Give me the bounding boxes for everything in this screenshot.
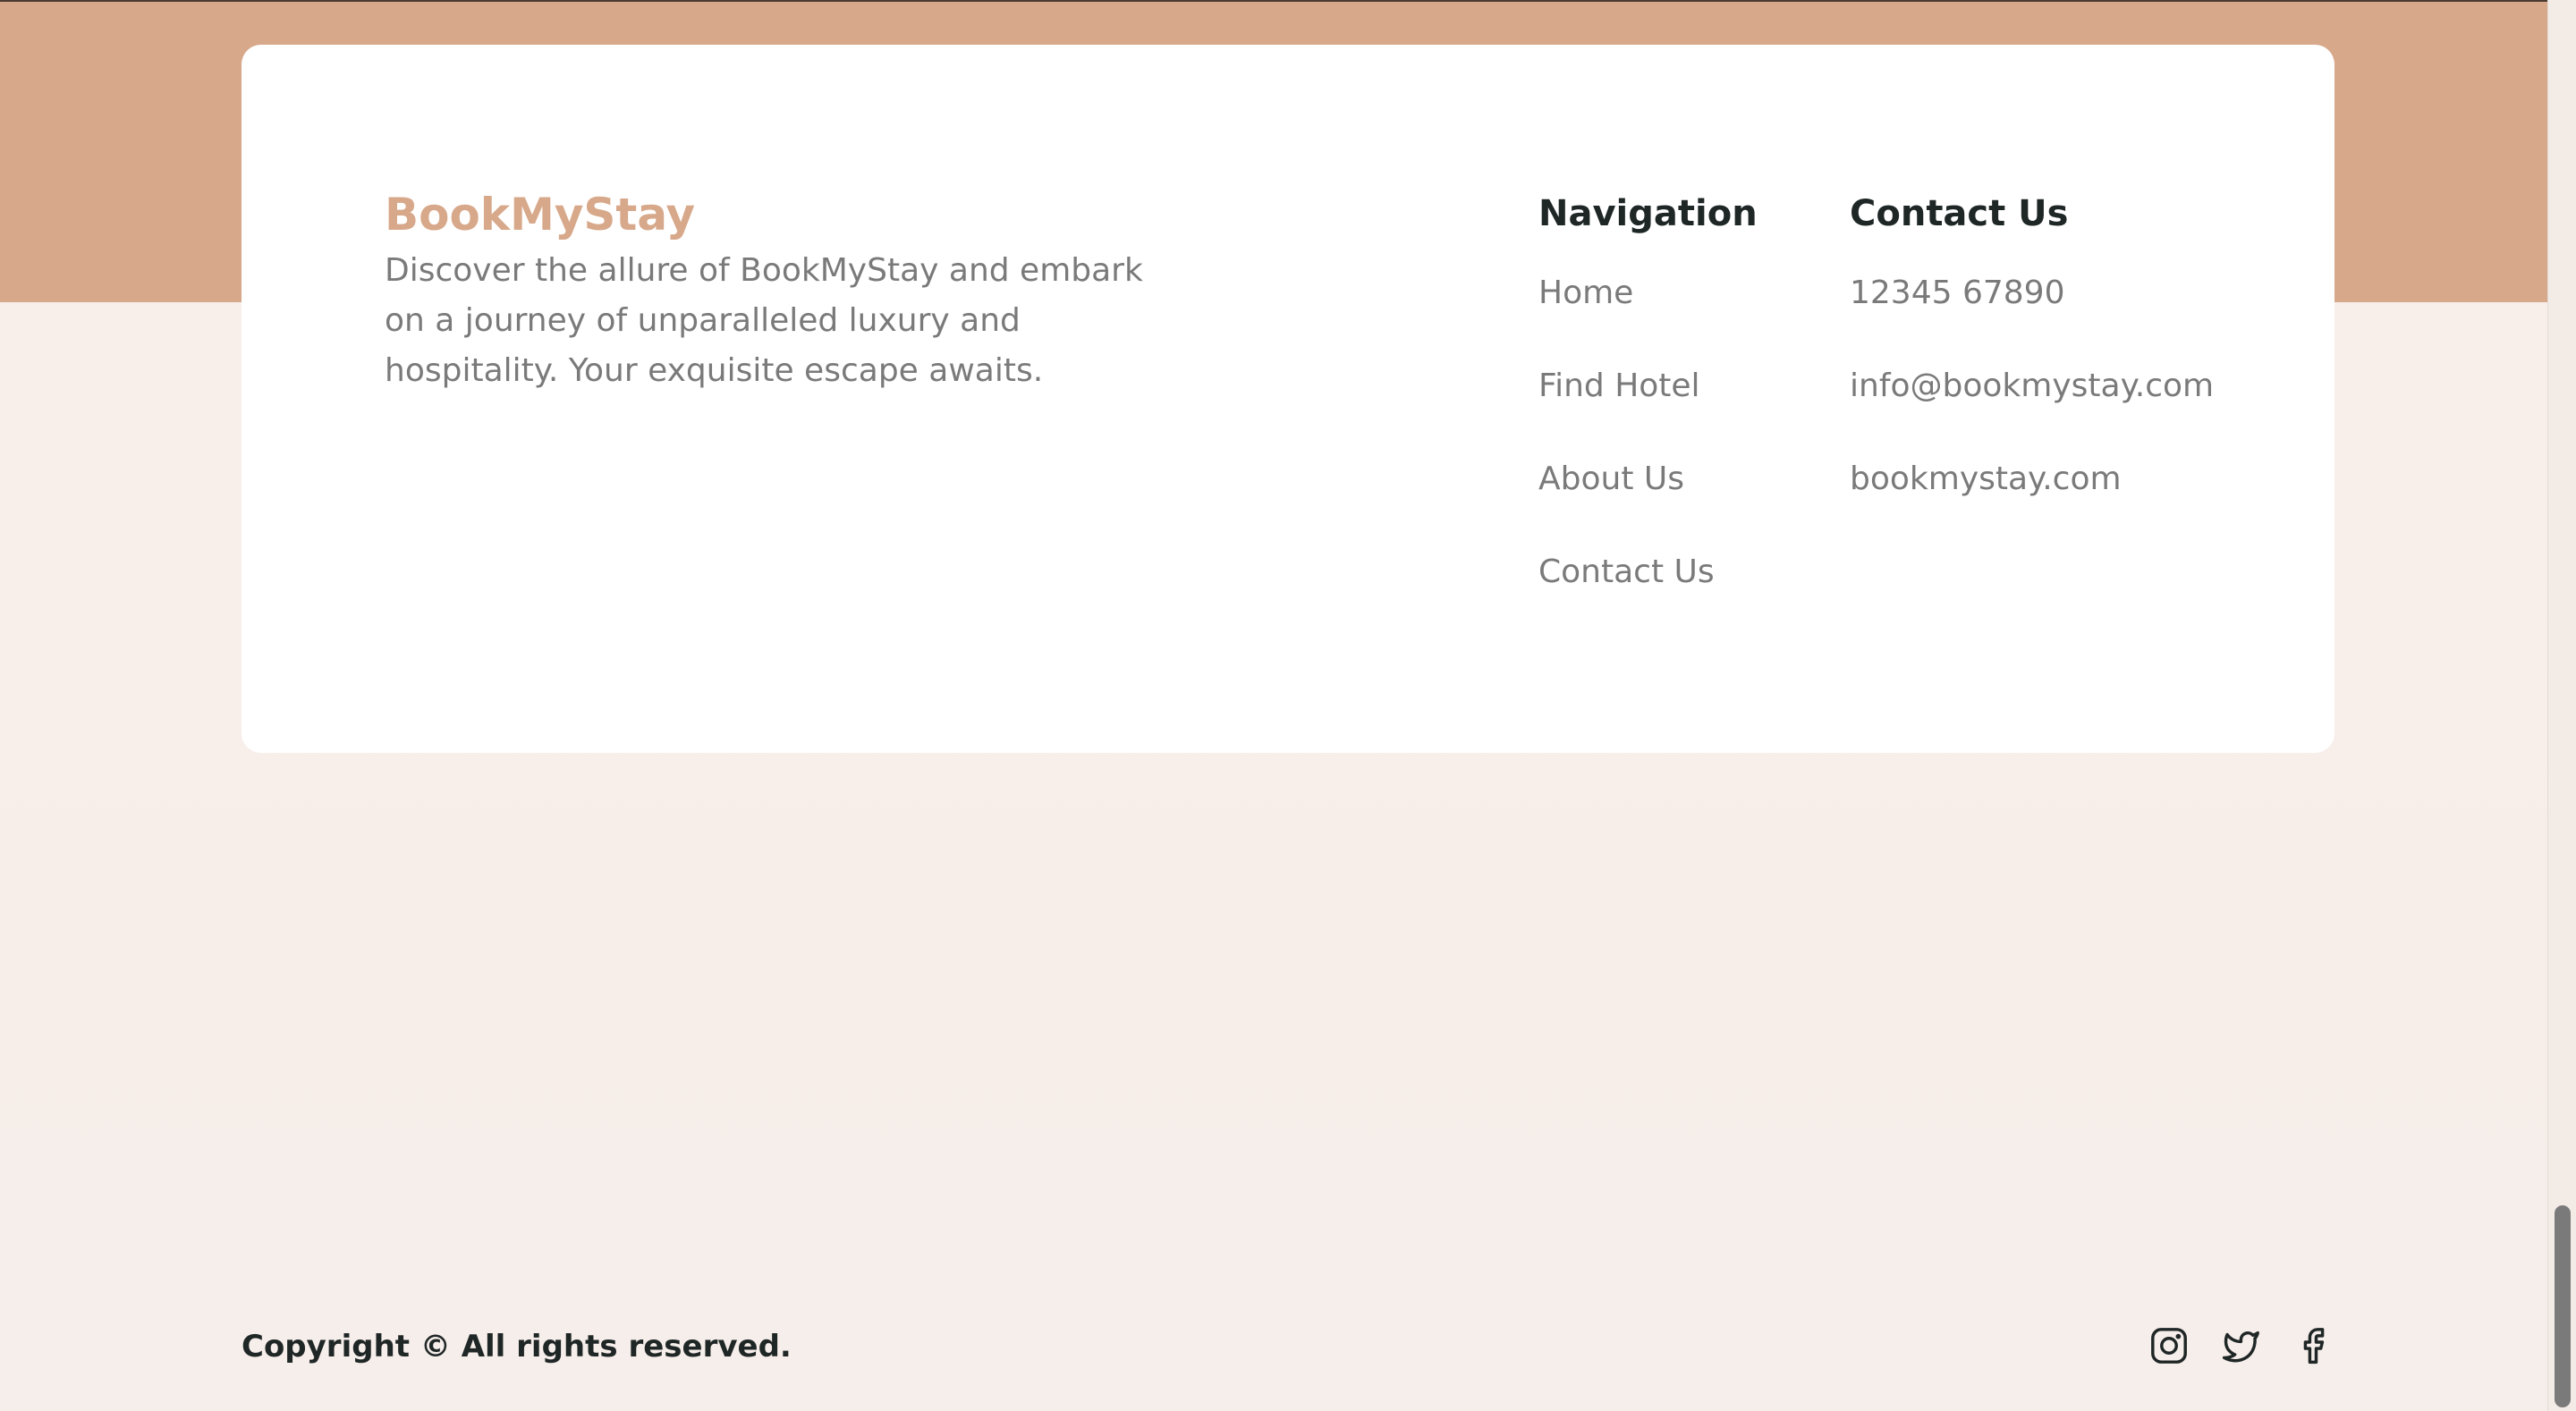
vertical-scrollbar[interactable] xyxy=(2547,0,2576,1411)
contact-heading: Contact Us xyxy=(1850,193,2069,234)
contact-column: Contact Us 12345 67890 info@bookmystay.c… xyxy=(1850,190,2214,553)
contact-website[interactable]: bookmystay.com xyxy=(1850,460,2214,499)
navigation-heading: Navigation xyxy=(1538,193,1758,234)
twitter-icon[interactable] xyxy=(2220,1325,2261,1366)
brand-title[interactable]: BookMyStay xyxy=(385,188,695,241)
footer-card: BookMyStay Discover the allure of BookMy… xyxy=(242,45,2334,753)
page: BookMyStay Discover the allure of BookMy… xyxy=(0,0,2547,1411)
nav-link-home[interactable]: Home xyxy=(1538,274,1758,313)
facebook-icon[interactable] xyxy=(2293,1325,2334,1366)
nav-link-find-hotel[interactable]: Find Hotel xyxy=(1538,367,1758,406)
instagram-icon[interactable] xyxy=(2148,1325,2190,1366)
contact-list: 12345 67890 info@bookmystay.com bookmyst… xyxy=(1850,274,2214,499)
contact-email[interactable]: info@bookmystay.com xyxy=(1850,367,2214,406)
contact-phone[interactable]: 12345 67890 xyxy=(1850,274,2214,313)
navigation-list: Home Find Hotel About Us Contact Us xyxy=(1538,274,1758,592)
navigation-column: Navigation Home Find Hotel About Us Cont… xyxy=(1538,190,1758,646)
nav-link-contact-us[interactable]: Contact Us xyxy=(1538,553,1758,592)
scrollbar-thumb[interactable] xyxy=(2555,1205,2571,1407)
brand-description: Discover the allure of BookMyStay and em… xyxy=(385,252,1143,389)
nav-link-about-us[interactable]: About Us xyxy=(1538,460,1758,499)
copyright-text: Copyright © All rights reserved. xyxy=(242,1329,792,1365)
